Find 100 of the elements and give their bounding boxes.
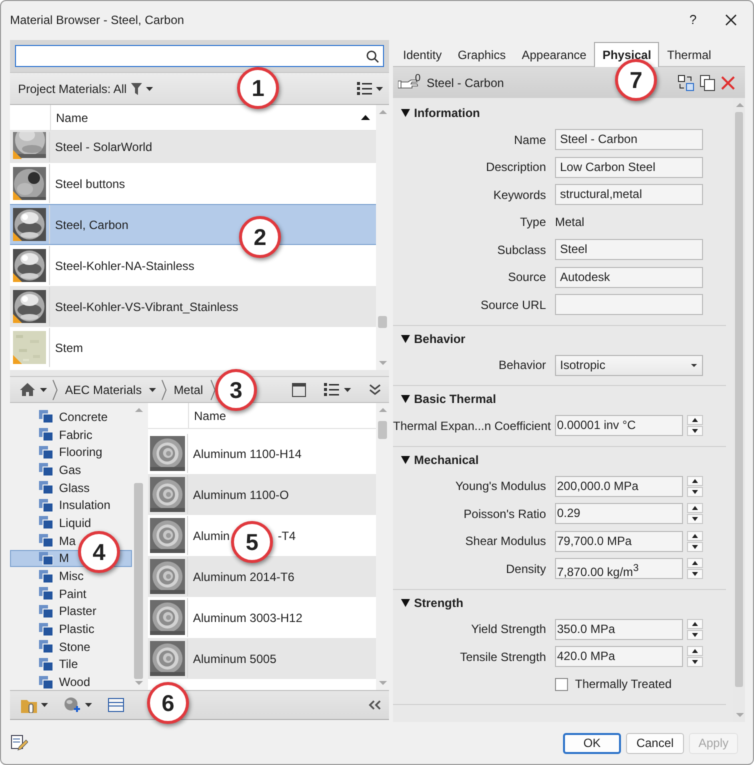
spin-up-button[interactable] [687, 476, 703, 486]
library-icon [39, 552, 53, 565]
text-field[interactable]: Steel - Carbon [555, 129, 703, 150]
globe-add-icon[interactable] [64, 697, 81, 713]
close-icon[interactable] [725, 14, 737, 26]
spin-down-button[interactable] [687, 569, 703, 580]
spin-down-button[interactable] [687, 426, 703, 436]
scrollbar[interactable] [376, 403, 389, 690]
scroll-thumb[interactable] [378, 316, 387, 328]
spin-up-button[interactable] [687, 558, 703, 568]
category-item[interactable]: Insulation [10, 496, 132, 514]
category-item[interactable]: Plastic [10, 620, 132, 638]
category-item[interactable]: Concrete [10, 408, 132, 426]
number-field[interactable]: 79,700.0 MPa [555, 530, 683, 552]
expand-icon[interactable] [401, 456, 410, 464]
dialog-button[interactable]: Cancel [626, 732, 684, 754]
tab[interactable]: Identity [395, 43, 450, 66]
spin-up-button[interactable] [687, 503, 703, 514]
number-field[interactable]: 0.00001 inv °C [555, 415, 683, 436]
spin-up-button[interactable] [687, 618, 703, 629]
breadcrumb-item[interactable]: AEC Materials [63, 382, 144, 396]
double-chevron-left-icon[interactable] [368, 700, 381, 710]
caret-icon[interactable] [344, 388, 351, 392]
list-view-icon[interactable] [324, 383, 339, 396]
chevron-icon[interactable] [52, 378, 58, 400]
expand-icon[interactable] [401, 334, 410, 342]
spin-up-button[interactable] [687, 415, 703, 426]
category-item[interactable]: Paint [10, 584, 132, 603]
category-item[interactable]: Glass [10, 478, 132, 496]
panel-icon[interactable] [108, 698, 124, 712]
category-item[interactable]: Tile [10, 656, 132, 674]
spin-up-button[interactable] [687, 530, 703, 541]
category-item[interactable]: Wood [10, 673, 132, 691]
caret-icon[interactable] [146, 86, 153, 90]
edit-icon[interactable] [11, 734, 28, 752]
category-item[interactable]: Flooring [10, 443, 132, 462]
number-field[interactable]: 420.0 MPa [555, 646, 683, 668]
text-field[interactable]: Autodesk [555, 266, 703, 288]
category-item[interactable]: Stone [10, 638, 132, 656]
scroll-thumb[interactable] [735, 112, 743, 687]
folder-icon[interactable] [21, 698, 37, 712]
tab[interactable]: Graphics [450, 43, 514, 66]
home-icon[interactable] [20, 383, 35, 396]
caret-icon[interactable] [41, 703, 48, 707]
caret-icon[interactable] [40, 388, 47, 392]
number-field[interactable]: 7,870.00 kg/m$^{3}$ [555, 558, 683, 580]
delete-icon[interactable] [721, 76, 735, 90]
text-field[interactable]: structural,metal [555, 184, 703, 206]
caret-icon[interactable] [148, 388, 156, 392]
expand-icon[interactable] [401, 395, 410, 403]
caret-icon[interactable] [85, 703, 92, 707]
spin-up-button[interactable] [687, 646, 703, 656]
double-chevron-down-icon[interactable] [369, 384, 381, 396]
duplicate-icon[interactable] [700, 74, 715, 90]
scroll-thumb[interactable] [378, 421, 387, 439]
panel-icon[interactable] [292, 382, 306, 396]
text-field[interactable]: Steel [555, 239, 703, 260]
sort-icon[interactable] [361, 115, 370, 120]
list-view-icon[interactable] [357, 82, 372, 95]
list-row[interactable]: Steel - SolarWorld [10, 131, 376, 163]
chevron-icon[interactable] [160, 378, 167, 400]
text-field[interactable]: Low Carbon Steel [555, 156, 703, 178]
swap-icon[interactable] [678, 74, 694, 90]
help-button[interactable]: ? [681, 12, 705, 27]
column-header[interactable]: Name [189, 408, 376, 422]
dialog-button[interactable]: OK [563, 732, 621, 754]
scroll-thumb[interactable] [134, 483, 143, 679]
list-row[interactable]: Aluminum 1100-O [148, 474, 376, 515]
spin-down-button[interactable] [687, 630, 703, 640]
dropdown[interactable]: Isotropic [555, 354, 703, 376]
scrollbar[interactable] [376, 105, 389, 370]
caret-icon[interactable] [376, 86, 383, 90]
column-header[interactable]: Name [51, 110, 361, 124]
search-icon[interactable] [366, 50, 379, 62]
search-field[interactable] [15, 45, 384, 67]
spin-down-button[interactable] [687, 486, 703, 497]
tab[interactable]: Thermal [659, 43, 720, 66]
category-item[interactable]: Fabric [10, 426, 132, 444]
category-item[interactable]: Liquid [10, 514, 132, 532]
tab[interactable]: Appearance [514, 43, 594, 66]
list-row[interactable]: Steel-Kohler-VS-Vibrant_Stainless [10, 286, 376, 327]
spin-down-button[interactable] [687, 542, 703, 552]
text-field[interactable] [555, 294, 703, 316]
filter-icon[interactable] [130, 82, 142, 94]
category-item[interactable]: Gas [10, 461, 132, 479]
number-field[interactable]: 0.29 [555, 503, 683, 524]
list-row[interactable]: Aluminum 5005 [148, 638, 376, 679]
number-field[interactable]: 350.0 MPa [555, 618, 683, 640]
spin-down-button[interactable] [687, 514, 703, 524]
checkbox[interactable] [555, 678, 568, 691]
tab[interactable]: Physical [594, 42, 660, 67]
list-row[interactable]: Aluminum 2014-T6 [148, 556, 376, 597]
number-field[interactable]: 200,000.0 MPa [555, 476, 683, 497]
category-label: Gas [59, 462, 82, 477]
expand-icon[interactable] [401, 598, 410, 606]
breadcrumb-item[interactable]: Metal [172, 382, 206, 396]
spin-down-button[interactable] [687, 657, 703, 668]
chevron-icon[interactable] [210, 378, 216, 400]
expand-icon[interactable] [401, 109, 410, 117]
category-item[interactable]: Plaster [10, 602, 132, 620]
